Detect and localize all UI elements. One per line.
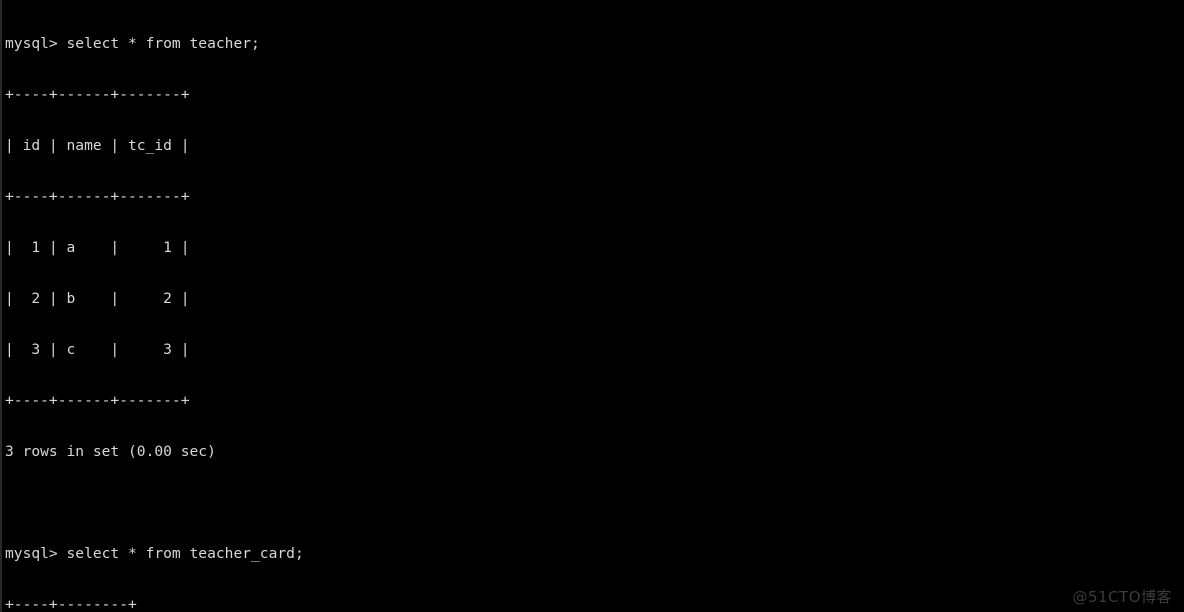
terminal-line: mysql> select * from teacher;: [5, 35, 260, 52]
watermark: @51CTO博客: [1072, 588, 1172, 606]
terminal-line: mysql> select * from teacher_card;: [5, 545, 304, 562]
terminal-line: | 3 | c | 3 |: [5, 341, 190, 358]
terminal-window[interactable]: mysql> select * from teacher; +----+----…: [0, 0, 1184, 612]
terminal-line: +----+------+-------+: [5, 392, 190, 409]
terminal-line: +----+--------+: [5, 596, 137, 612]
terminal-line: | 1 | a | 1 |: [5, 239, 190, 256]
terminal-output-area[interactable]: mysql> select * from teacher; +----+----…: [5, 1, 1174, 612]
terminal-line: | id | name | tc_id |: [5, 137, 190, 154]
terminal-line: | 2 | b | 2 |: [5, 290, 190, 307]
terminal-line: +----+------+-------+: [5, 188, 190, 205]
terminal-line: 3 rows in set (0.00 sec): [5, 443, 216, 460]
terminal-line: +----+------+-------+: [5, 86, 190, 103]
